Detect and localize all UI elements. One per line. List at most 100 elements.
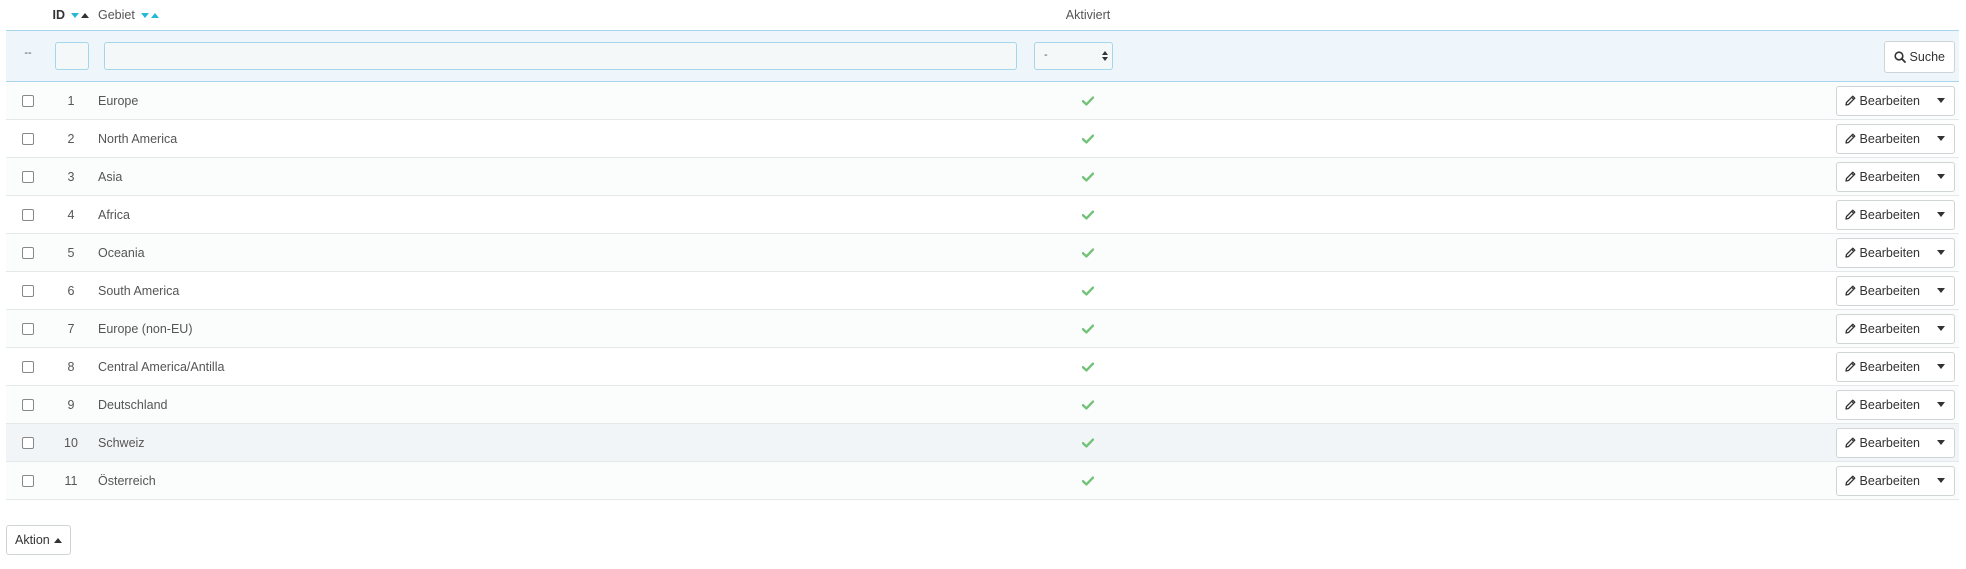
search-icon [1893, 51, 1906, 63]
row-name: Central America/Antilla [98, 359, 225, 374]
row-checkbox[interactable] [22, 474, 34, 487]
row-check-cell [6, 94, 50, 107]
row-active[interactable] [1038, 475, 1138, 486]
edit-button-label: Bearbeiten [1859, 169, 1920, 184]
row-id: 5 [67, 245, 75, 260]
edit-button[interactable]: Bearbeiten [1837, 429, 1928, 457]
search-button-label: Suche [1909, 50, 1945, 64]
caret-down-icon [1937, 440, 1945, 445]
table-row[interactable]: 7 Europe (non-EU) Bearbeiten [6, 310, 1959, 348]
table-row[interactable]: 4 Africa Bearbeiten [6, 196, 1959, 234]
table-row[interactable]: 5 Oceania Bearbeiten [6, 234, 1959, 272]
row-active[interactable] [1038, 133, 1138, 144]
filter-active-select[interactable]: - [1034, 42, 1113, 70]
row-checkbox[interactable] [22, 360, 34, 373]
row-checkbox[interactable] [22, 284, 34, 297]
row-checkbox[interactable] [22, 246, 34, 259]
edit-button[interactable]: Bearbeiten [1837, 201, 1928, 229]
header-name[interactable]: Gebiet [92, 8, 1038, 22]
row-active[interactable] [1038, 361, 1138, 372]
row-name: Europe (non-EU) [98, 321, 193, 336]
row-checkbox[interactable] [22, 132, 34, 145]
filter-id-input[interactable] [55, 42, 89, 70]
edit-button-group: Bearbeiten [1835, 465, 1955, 496]
table-row[interactable]: 3 Asia Bearbeiten [6, 158, 1959, 196]
edit-dropdown-toggle[interactable] [1928, 315, 1954, 343]
edit-dropdown-toggle[interactable] [1928, 391, 1954, 419]
row-active[interactable] [1038, 437, 1138, 448]
row-active[interactable] [1038, 247, 1138, 258]
bulk-action-label: Aktion [15, 533, 50, 547]
pencil-icon [1844, 285, 1855, 296]
row-checkbox[interactable] [22, 398, 34, 411]
filter-name-input[interactable] [104, 42, 1017, 70]
table-row[interactable]: 9 Deutschland Bearbeiten [6, 386, 1959, 424]
caret-down-icon [1937, 250, 1945, 255]
edit-dropdown-toggle[interactable] [1928, 239, 1954, 267]
edit-button[interactable]: Bearbeiten [1837, 277, 1928, 305]
row-checkbox[interactable] [22, 322, 34, 335]
table-header: ID Gebiet Aktiviert [6, 0, 1959, 30]
sort-desc-icon[interactable] [141, 13, 150, 19]
row-id: 7 [67, 321, 75, 336]
table-row[interactable]: 6 South America Bearbeiten [6, 272, 1959, 310]
caret-down-icon [1937, 478, 1945, 483]
row-active[interactable] [1038, 95, 1138, 106]
sort-asc-icon[interactable] [151, 13, 160, 19]
edit-button[interactable]: Bearbeiten [1837, 391, 1928, 419]
edit-dropdown-toggle[interactable] [1928, 353, 1954, 381]
row-active[interactable] [1038, 171, 1138, 182]
pencil-icon [1844, 133, 1855, 144]
edit-dropdown-toggle[interactable] [1928, 277, 1954, 305]
edit-dropdown-toggle[interactable] [1928, 467, 1954, 495]
table-row[interactable]: 1 Europe Bearbeiten [6, 82, 1959, 120]
header-active: Aktiviert [1038, 8, 1138, 22]
bulk-action-button[interactable]: Aktion [6, 525, 71, 555]
row-checkbox[interactable] [22, 94, 34, 107]
table-row[interactable]: 2 North America Bearbeiten [6, 120, 1959, 158]
edit-button-label: Bearbeiten [1859, 397, 1920, 412]
edit-dropdown-toggle[interactable] [1928, 201, 1954, 229]
table-row[interactable]: 11 Österreich Bearbeiten [6, 462, 1959, 500]
table-row[interactable]: 8 Central America/Antilla Bearbeiten [6, 348, 1959, 386]
row-actions: Bearbeiten [1830, 465, 1959, 496]
row-check-cell [6, 132, 50, 145]
edit-button[interactable]: Bearbeiten [1837, 87, 1928, 115]
row-actions: Bearbeiten [1830, 275, 1959, 306]
edit-button-group: Bearbeiten [1835, 427, 1955, 458]
check-icon [1082, 475, 1094, 486]
sort-desc-icon[interactable] [71, 13, 80, 19]
edit-button[interactable]: Bearbeiten [1837, 163, 1928, 191]
row-id: 4 [67, 207, 75, 222]
edit-dropdown-toggle[interactable] [1928, 87, 1954, 115]
row-checkbox[interactable] [22, 436, 34, 449]
edit-dropdown-toggle[interactable] [1928, 163, 1954, 191]
row-checkbox[interactable] [22, 170, 34, 183]
header-id[interactable]: ID [50, 8, 92, 22]
check-icon [1082, 247, 1094, 258]
edit-button[interactable]: Bearbeiten [1837, 353, 1928, 381]
row-active[interactable] [1038, 209, 1138, 220]
edit-button[interactable]: Bearbeiten [1837, 467, 1928, 495]
table-row[interactable]: 10 Schweiz Bearbeiten [6, 424, 1959, 462]
pencil-icon [1844, 95, 1855, 106]
edit-button[interactable]: Bearbeiten [1837, 125, 1928, 153]
row-active[interactable] [1038, 323, 1138, 334]
search-button[interactable]: Suche [1883, 41, 1955, 73]
row-checkbox[interactable] [22, 208, 34, 221]
edit-button-group: Bearbeiten [1835, 85, 1955, 116]
row-active[interactable] [1038, 285, 1138, 296]
edit-dropdown-toggle[interactable] [1928, 429, 1954, 457]
edit-dropdown-toggle[interactable] [1928, 125, 1954, 153]
edit-button-label: Bearbeiten [1859, 283, 1920, 298]
row-name: Schweiz [98, 435, 145, 450]
check-icon [1082, 285, 1094, 296]
row-actions: Bearbeiten [1830, 161, 1959, 192]
edit-button[interactable]: Bearbeiten [1837, 315, 1928, 343]
sort-asc-icon[interactable] [81, 13, 90, 19]
row-actions: Bearbeiten [1830, 351, 1959, 382]
row-active[interactable] [1038, 399, 1138, 410]
edit-button[interactable]: Bearbeiten [1837, 239, 1928, 267]
row-check-cell [6, 436, 50, 449]
edit-button-label: Bearbeiten [1859, 321, 1920, 336]
